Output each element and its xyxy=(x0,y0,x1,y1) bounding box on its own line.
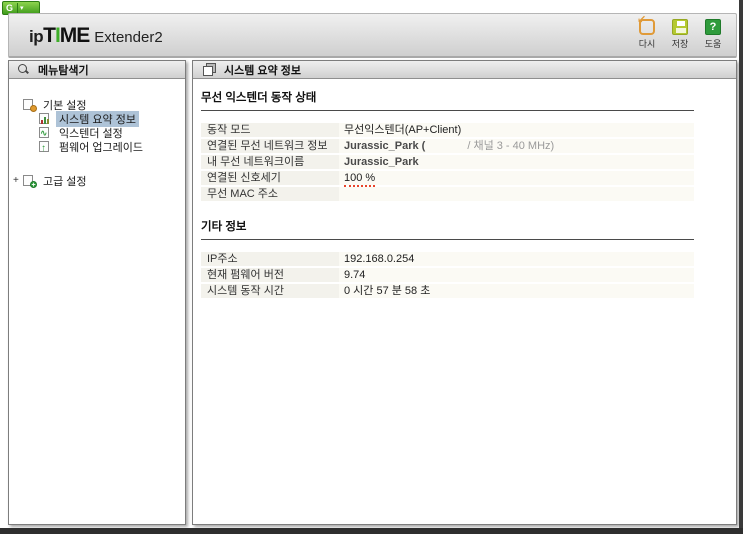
pages-icon xyxy=(203,63,216,76)
chevron-down-icon[interactable]: ▾ xyxy=(20,5,24,12)
menu-tree: 기본 설정 시스템 요약 정보 ∿ 익스텐더 설정 ↑ 펌웨어 업그레이드 + … xyxy=(9,79,185,524)
help-icon: ? xyxy=(705,19,721,35)
firmware-up-icon: ↑ xyxy=(39,141,52,154)
row-label: 현재 펌웨어 버전 xyxy=(201,267,339,283)
row-label: 동작 모드 xyxy=(201,122,339,138)
main-content: 무선 익스텐더 동작 상태 동작 모드 무선익스텐더(AP+Client) 연결… xyxy=(201,89,694,315)
wireless-status-table: 동작 모드 무선익스텐더(AP+Client) 연결된 무선 네트워크 정보 J… xyxy=(201,122,694,202)
main-header: 시스템 요약 정보 xyxy=(193,61,736,79)
sidebar-item-extender-settings[interactable]: ∿ 익스텐더 설정 xyxy=(39,126,126,140)
other-info-table: IP주소 192.168.0.254 현재 펌웨어 버전 9.74 시스템 동작… xyxy=(201,251,694,299)
window-edge-right xyxy=(739,0,743,534)
product-name: Extender2 xyxy=(94,29,163,46)
sidebar-item-system-summary[interactable]: 시스템 요약 정보 xyxy=(39,111,139,127)
table-row: 시스템 동작 시간 0 시간 57 분 58 초 xyxy=(201,283,694,299)
logo-t: T xyxy=(43,24,56,47)
table-row: 현재 펌웨어 버전 9.74 xyxy=(201,267,694,283)
save-label: 저장 xyxy=(671,39,689,49)
sidebar-item-advanced-settings[interactable]: + 고급 설정 xyxy=(23,174,90,189)
search-icon xyxy=(17,63,30,76)
sidebar-item-label: 고급 설정 xyxy=(43,176,87,188)
tree-expander[interactable]: + xyxy=(13,175,19,186)
header-toolbar: 다시 저장 ? 도움 xyxy=(634,13,726,50)
row-value: 0 시간 57 분 58 초 xyxy=(339,283,694,299)
row-value: 100 % xyxy=(339,170,694,187)
page-title: 시스템 요약 정보 xyxy=(224,64,301,77)
channel-info: / 채널 3 - 40 MHz) xyxy=(467,139,555,152)
table-row: IP주소 192.168.0.254 xyxy=(201,251,694,267)
section-title-wireless-status: 무선 익스텐더 동작 상태 xyxy=(201,89,694,111)
sidebar-item-firmware-upgrade[interactable]: ↑ 펌웨어 업그레이드 xyxy=(39,140,146,154)
sidebar-title: 메뉴탐색기 xyxy=(38,64,89,77)
sidebar-header: 메뉴탐색기 xyxy=(9,61,185,79)
row-value: 9.74 xyxy=(339,267,694,283)
my-ssid: Jurassic_Park xyxy=(344,155,419,168)
sidebar-item-label: 펌웨어 업그레이드 xyxy=(59,142,144,154)
chart-icon xyxy=(39,113,52,125)
row-value: Jurassic_Park ( / 채널 3 - 40 MHz) xyxy=(339,138,694,154)
section-title-other-info: 기타 정보 xyxy=(201,218,694,240)
sidebar-panel: 메뉴탐색기 기본 설정 시스템 요약 정보 ∿ 익스텐더 설정 ↑ 펌웨어 업그… xyxy=(8,60,186,525)
row-value xyxy=(339,186,694,202)
main-panel: 시스템 요약 정보 무선 익스텐더 동작 상태 동작 모드 무선익스텐더(AP+… xyxy=(192,60,737,525)
table-row: 내 무선 네트워크이름 Jurassic_Park xyxy=(201,154,694,170)
row-label: 연결된 무선 네트워크 정보 xyxy=(201,138,339,154)
extension-button-label: G xyxy=(6,3,14,13)
logo-me: ME xyxy=(59,24,90,47)
table-row: 연결된 신호세기 100 % xyxy=(201,170,694,187)
connected-ssid: Jurassic_Park ( xyxy=(344,139,426,152)
row-value: 192.168.0.254 xyxy=(339,251,694,267)
folder-plus-icon: + xyxy=(23,175,37,189)
row-label: IP주소 xyxy=(201,251,339,267)
table-row: 동작 모드 무선익스텐더(AP+Client) xyxy=(201,122,694,138)
row-value: 무선익스텐더(AP+Client) xyxy=(339,122,694,138)
row-label: 무선 MAC 주소 xyxy=(201,186,339,202)
refresh-icon xyxy=(637,13,655,35)
iptime-logo: ip T I ME Extender2 xyxy=(29,24,163,48)
signal-strength: 100 % xyxy=(344,172,376,187)
row-label: 시스템 동작 시간 xyxy=(201,283,339,299)
sidebar-item-basic-settings[interactable]: 기본 설정 xyxy=(23,98,90,112)
help-label: 도움 xyxy=(704,39,722,49)
refresh-label: 다시 xyxy=(638,39,656,49)
folder-gear-icon xyxy=(23,99,37,112)
row-label: 내 무선 네트워크이름 xyxy=(201,154,339,170)
refresh-button[interactable]: 다시 xyxy=(634,13,660,50)
extender-icon: ∿ xyxy=(39,127,49,138)
row-value: Jurassic_Park xyxy=(339,154,694,170)
save-icon xyxy=(672,19,688,35)
logo-ip: ip xyxy=(29,27,44,46)
table-row: 연결된 무선 네트워크 정보 Jurassic_Park ( / 채널 3 - 4… xyxy=(201,138,694,154)
header: ip T I ME Extender2 다시 저장 ? 도움 xyxy=(8,13,737,58)
window-edge-bottom xyxy=(0,528,743,534)
save-button[interactable]: 저장 xyxy=(667,19,693,50)
table-row: 무선 MAC 주소 xyxy=(201,186,694,202)
page: G ▾ ip T I ME Extender2 다시 저장 ? 도움 xyxy=(0,0,743,534)
help-button[interactable]: ? 도움 xyxy=(700,19,726,50)
divider xyxy=(17,3,19,13)
row-label: 연결된 신호세기 xyxy=(201,170,339,186)
